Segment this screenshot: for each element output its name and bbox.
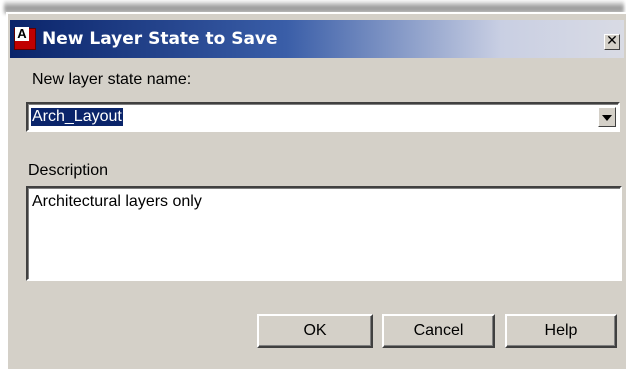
- ok-button[interactable]: OK: [257, 314, 373, 348]
- description-label: Description: [28, 162, 109, 179]
- app-icon-letter: A: [15, 27, 29, 41]
- dropdown-button[interactable]: [598, 107, 616, 127]
- help-button[interactable]: Help: [505, 314, 617, 348]
- new-layer-state-dialog: A New Layer State to Save ✕ New layer st…: [6, 12, 626, 369]
- title-bar[interactable]: A New Layer State to Save ✕: [10, 20, 624, 58]
- layer-state-name-label: New layer state name:: [32, 71, 192, 88]
- layer-state-name-value[interactable]: Arch_Layout: [31, 108, 123, 126]
- description-field[interactable]: Architectural layers only: [26, 186, 622, 281]
- description-value: Architectural layers only: [32, 193, 202, 210]
- cancel-button[interactable]: Cancel: [382, 314, 495, 348]
- chevron-down-icon: [602, 115, 612, 121]
- autocad-app-icon[interactable]: A: [14, 27, 36, 50]
- close-icon: ✕: [606, 33, 618, 49]
- layer-state-name-combobox[interactable]: Arch_Layout: [26, 102, 620, 132]
- screen: A New Layer State to Save ✕ New layer st…: [0, 0, 626, 369]
- dialog-title: New Layer State to Save: [42, 29, 278, 49]
- close-button[interactable]: ✕: [604, 34, 620, 50]
